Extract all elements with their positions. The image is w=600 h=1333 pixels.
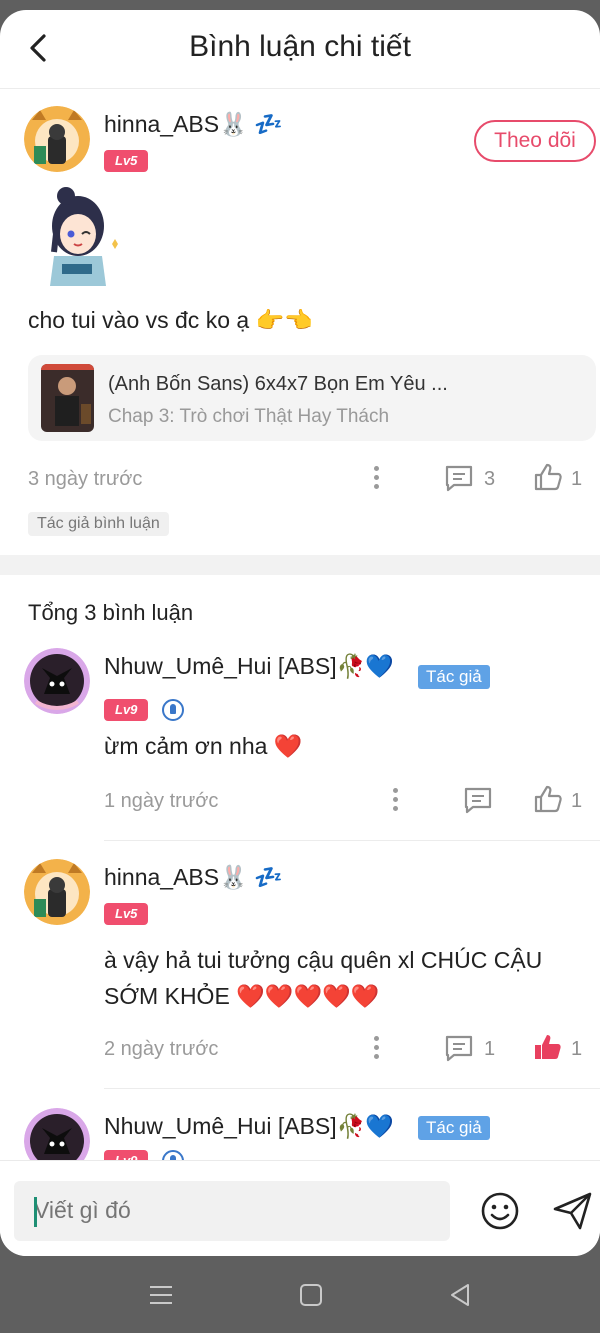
emoji-icon[interactable] xyxy=(480,1191,520,1231)
header: Bình luận chi tiết xyxy=(0,10,600,88)
comment-input[interactable] xyxy=(34,1197,434,1224)
reply-icon[interactable] xyxy=(463,786,493,814)
comment-text-line2: SỚM KHỎE ❤️❤️❤️❤️❤️ xyxy=(104,983,380,1009)
like-count: 1 xyxy=(571,468,583,490)
chapter-thumbnail xyxy=(41,364,94,432)
comment-username[interactable]: Nhuw_Umê_Hui [ABS]🥀💙 xyxy=(104,653,394,680)
home-icon[interactable] xyxy=(299,1283,323,1307)
comment-username[interactable]: hinna_ABS🐰 💤 xyxy=(104,864,283,891)
header-divider xyxy=(0,88,600,89)
reply-count: 1 xyxy=(484,1038,496,1060)
more-dots-icon[interactable] xyxy=(391,788,399,814)
post-text: cho tui vào vs đc ko ạ 👉👈 xyxy=(28,307,313,333)
comment-username[interactable]: Nhuw_Umê_Hui [ABS]🥀💙 xyxy=(104,1113,394,1140)
reply-icon[interactable] xyxy=(444,464,474,492)
app-screen: Bình luận chi tiết hinna_ABS🐰 💤 Lv5 Theo… xyxy=(0,10,600,1256)
author-tag: Tác giả xyxy=(418,1116,490,1140)
sticker-image xyxy=(50,187,118,286)
chapter-subtitle: Chap 3: Trò chơi Thật Hay Thách xyxy=(108,406,390,427)
back-triangle-icon[interactable] xyxy=(448,1282,472,1308)
level-badge: Lv5 xyxy=(104,903,149,925)
page-title: Bình luận chi tiết xyxy=(189,30,411,63)
menu-icon[interactable] xyxy=(148,1284,174,1306)
comment-time: 1 ngày trước xyxy=(104,790,219,812)
comment-input-box[interactable] xyxy=(14,1181,450,1241)
comment-divider xyxy=(104,840,600,841)
like-count: 1 xyxy=(571,1038,583,1060)
author-tag: Tác giả xyxy=(418,665,490,689)
avatar[interactable] xyxy=(24,648,90,714)
like-count: 1 xyxy=(571,790,583,812)
more-dots-icon[interactable] xyxy=(372,466,380,492)
follow-button[interactable]: Theo dõi xyxy=(474,120,596,162)
chapter-card[interactable]: (Anh Bốn Sans) 6x4x7 Bọn Em Yêu ... Chap… xyxy=(28,355,596,441)
level-badge: Lv9 xyxy=(104,699,149,721)
section-separator xyxy=(0,555,600,575)
text-caret xyxy=(34,1197,37,1227)
author-commented-tag: Tác giả bình luận xyxy=(28,512,169,536)
avatar[interactable] xyxy=(24,859,90,925)
chapter-title: (Anh Bốn Sans) 6x4x7 Bọn Em Yêu ... xyxy=(108,373,448,395)
reply-count: 3 xyxy=(484,468,496,490)
post-time: 3 ngày trước xyxy=(28,468,143,490)
vip-badge-icon xyxy=(162,699,184,721)
comment-text: ừm cảm ơn nha ❤️ xyxy=(104,733,303,759)
comment-text-line1: à vậy hả tui tưởng cậu quên xl CHÚC CẬU xyxy=(104,947,543,973)
comment-divider xyxy=(104,1088,600,1089)
post-username[interactable]: hinna_ABS🐰 💤 xyxy=(104,111,283,138)
reply-icon[interactable] xyxy=(444,1034,474,1062)
more-dots-icon[interactable] xyxy=(372,1036,380,1062)
comments-total: Tổng 3 bình luận xyxy=(28,600,194,625)
thumbs-up-icon[interactable] xyxy=(533,462,563,492)
level-badge: Lv5 xyxy=(104,150,149,172)
comment-composer xyxy=(0,1160,600,1256)
thumbs-up-icon[interactable] xyxy=(533,784,563,814)
avatar[interactable] xyxy=(24,106,90,172)
thumbs-up-liked-icon[interactable] xyxy=(533,1032,563,1062)
comment-time: 2 ngày trước xyxy=(104,1038,219,1060)
system-nav-bar xyxy=(0,1256,600,1333)
send-icon[interactable] xyxy=(552,1191,594,1231)
